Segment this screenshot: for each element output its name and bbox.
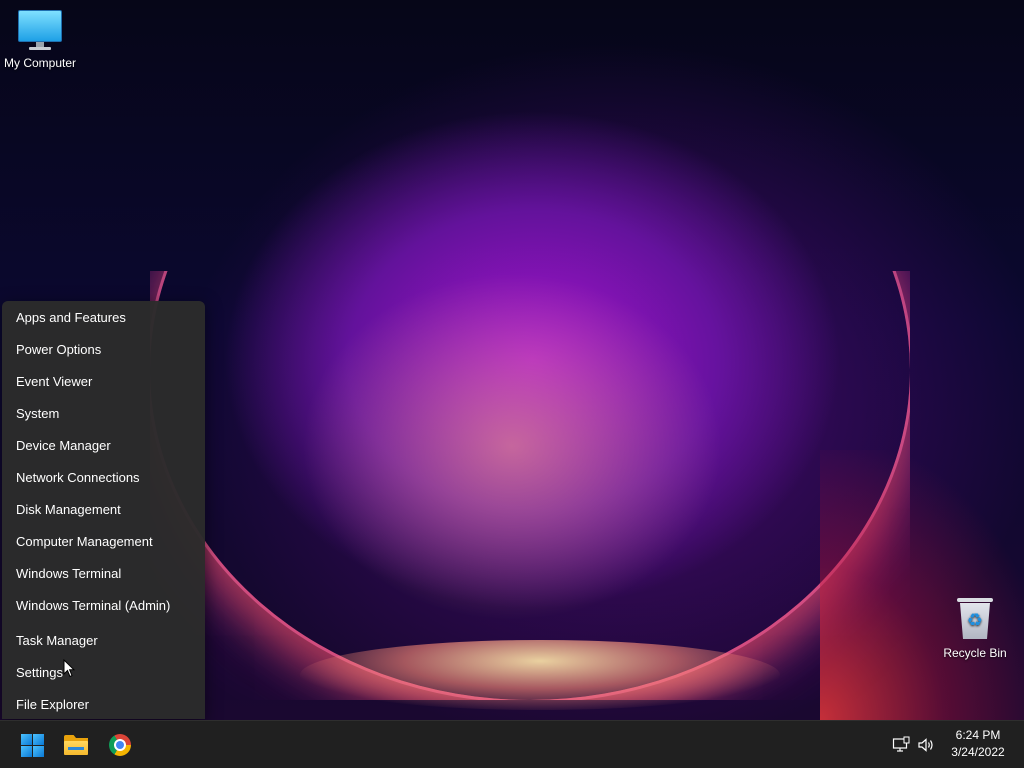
menu-item-apps-and-features[interactable]: Apps and Features <box>2 302 205 334</box>
taskbar-clock[interactable]: 6:24 PM 3/24/2022 <box>940 727 1016 761</box>
wallpaper-glow-ring <box>150 271 910 700</box>
taskbar: 6:24 PM 3/24/2022 <box>0 720 1024 768</box>
menu-item-device-manager[interactable]: Device Manager <box>2 430 205 462</box>
start-context-menu: Apps and Features Power Options Event Vi… <box>2 301 205 719</box>
recycle-bin-icon: ♻ <box>955 596 995 642</box>
wallpaper-glow-bottom <box>300 640 780 710</box>
folder-icon <box>64 735 88 755</box>
network-icon[interactable] <box>892 736 910 754</box>
menu-item-windows-terminal[interactable]: Windows Terminal <box>2 558 205 590</box>
clock-time: 6:24 PM <box>955 728 1001 742</box>
clock-date: 3/24/2022 <box>951 745 1005 759</box>
menu-item-computer-management[interactable]: Computer Management <box>2 526 205 558</box>
menu-item-file-explorer[interactable]: File Explorer <box>2 689 205 721</box>
menu-item-settings[interactable]: Settings <box>2 657 205 689</box>
menu-item-task-manager[interactable]: Task Manager <box>2 625 205 657</box>
mouse-cursor-icon <box>63 659 75 678</box>
taskbar-file-explorer-button[interactable] <box>56 727 96 763</box>
start-button[interactable] <box>12 727 52 763</box>
menu-item-windows-terminal-admin[interactable]: Windows Terminal (Admin) <box>2 590 205 622</box>
computer-icon <box>18 8 62 52</box>
desktop-icon-label: Recycle Bin <box>943 646 1007 660</box>
windows-logo-icon <box>21 734 44 757</box>
menu-item-power-options[interactable]: Power Options <box>2 334 205 366</box>
menu-item-system[interactable]: System <box>2 398 205 430</box>
chrome-icon <box>109 734 131 756</box>
desktop-icon-label: My Computer <box>3 56 77 70</box>
menu-item-disk-management[interactable]: Disk Management <box>2 494 205 526</box>
volume-icon[interactable] <box>917 736 935 754</box>
menu-item-event-viewer[interactable]: Event Viewer <box>2 366 205 398</box>
wallpaper-glow-right <box>820 450 1024 720</box>
taskbar-chrome-button[interactable] <box>100 727 140 763</box>
desktop-icon-my-computer[interactable]: My Computer <box>0 8 80 70</box>
menu-item-network-connections[interactable]: Network Connections <box>2 462 205 494</box>
desktop-icon-recycle-bin[interactable]: ♻ Recycle Bin <box>935 596 1015 660</box>
